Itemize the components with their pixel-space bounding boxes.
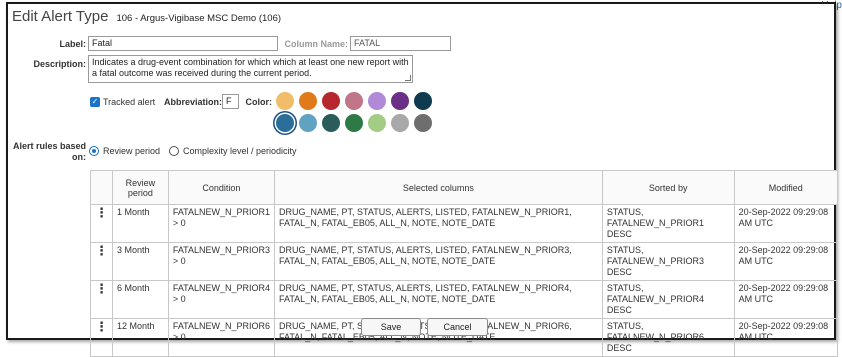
save-button[interactable]: Save <box>361 318 421 336</box>
cell-modified: 20-Sep-2022 09:29:08 AM UTC <box>733 242 839 281</box>
color-swatch[interactable] <box>391 92 409 110</box>
cell-condition: FATALNEW_N_PRIOR4 > 0 <box>167 280 276 319</box>
cell-period: 12 Month <box>112 318 169 357</box>
cell-period: 3 Month <box>112 242 169 281</box>
kebab-menu-icon[interactable]: ⋮ <box>90 280 113 319</box>
dialog-header: Edit Alert Type 106 - Argus-Vigibase MSC… <box>12 8 281 25</box>
color-swatch[interactable] <box>276 114 294 132</box>
kebab-menu-icon[interactable]: ⋮ <box>90 242 113 281</box>
resize-handle-icon[interactable] <box>405 75 411 81</box>
color-swatch[interactable] <box>299 114 317 132</box>
tracked-alert-label: Tracked alert <box>103 97 156 107</box>
description-textarea[interactable]: Indicates a drug-event combination for w… <box>88 55 413 83</box>
cell-columns: DRUG_NAME, PT, STATUS, ALERTS, LISTED, F… <box>274 280 603 319</box>
review-period-radio[interactable] <box>89 146 99 156</box>
table-row[interactable]: ⋮ 3 Month FATALNEW_N_PRIOR3 > 0 DRUG_NAM… <box>90 242 839 281</box>
color-swatch[interactable] <box>322 114 340 132</box>
complexity-radio[interactable] <box>169 146 179 156</box>
table-row[interactable]: ⋮ 6 Month FATALNEW_N_PRIOR4 > 0 DRUG_NAM… <box>90 280 839 319</box>
description-label: Description: <box>33 59 86 69</box>
table-header-row: Review period Condition Selected columns… <box>90 170 839 205</box>
table-row[interactable]: ⋮ 1 Month FATALNEW_N_PRIOR1 > 0 DRUG_NAM… <box>90 204 839 243</box>
edit-alert-type-dialog: Edit Alert Type 106 - Argus-Vigibase MSC… <box>6 2 839 357</box>
cell-sorted: STATUS, FATALNEW_N_PRIOR6 DESC <box>601 318 735 357</box>
color-swatch[interactable] <box>414 92 432 110</box>
cell-condition: FATALNEW_N_PRIOR1 > 0 <box>167 204 276 243</box>
color-swatch[interactable] <box>345 114 363 132</box>
dialog-subtitle: 106 - Argus-Vigibase MSC Demo (106) <box>116 13 282 24</box>
column-name-label: Column Name: <box>284 39 348 49</box>
cell-modified: 20-Sep-2022 09:29:08 AM UTC <box>733 318 839 357</box>
color-swatch[interactable] <box>345 92 363 110</box>
header-selected-columns[interactable]: Selected columns <box>274 170 603 205</box>
review-period-label: Review period <box>103 146 161 156</box>
header-modified[interactable]: Modified <box>733 170 839 205</box>
color-swatch[interactable] <box>391 114 409 132</box>
label-field-label: Label: <box>59 39 86 49</box>
cell-condition: FATALNEW_N_PRIOR6 > 0 <box>167 318 276 357</box>
color-swatch[interactable] <box>299 92 317 110</box>
header-condition[interactable]: Condition <box>167 170 276 205</box>
cell-sorted: STATUS, FATALNEW_N_PRIOR4 DESC <box>601 280 735 319</box>
abbreviation-input[interactable]: F <box>222 94 239 109</box>
cell-condition: FATALNEW_N_PRIOR3 > 0 <box>167 242 276 281</box>
color-swatch[interactable] <box>368 114 386 132</box>
cell-sorted: STATUS, FATALNEW_N_PRIOR3 DESC <box>601 242 735 281</box>
alert-rules-label: Alert rules based on: <box>12 141 86 162</box>
cancel-button[interactable]: Cancel <box>427 318 488 336</box>
color-label: Color: <box>245 97 273 107</box>
cell-sorted: STATUS, FATALNEW_N_PRIOR1 DESC <box>601 204 735 243</box>
column-name-input[interactable]: FATAL <box>350 36 451 51</box>
cell-columns: DRUG_NAME, PT, STATUS, ALERTS, LISTED, F… <box>274 204 603 243</box>
color-swatch[interactable] <box>322 92 340 110</box>
complexity-label: Complexity level / periodicity <box>183 146 297 156</box>
color-swatch[interactable] <box>368 92 386 110</box>
cell-period: 1 Month <box>112 204 169 243</box>
color-swatch[interactable] <box>276 92 294 110</box>
color-swatch[interactable] <box>414 114 432 132</box>
description-text: Indicates a drug-event combination for w… <box>92 57 409 78</box>
label-input[interactable]: Fatal <box>88 36 278 51</box>
header-menu <box>90 170 113 205</box>
dialog-title: Edit Alert Type <box>12 8 109 25</box>
header-review-period[interactable]: Review period <box>112 170 169 205</box>
kebab-menu-icon[interactable]: ⋮ <box>90 204 113 243</box>
abbreviation-label: Abbreviation: <box>163 97 222 107</box>
kebab-menu-icon[interactable]: ⋮ <box>90 318 113 357</box>
header-sorted-by[interactable]: Sorted by <box>601 170 735 205</box>
tracked-alert-checkbox[interactable]: ✓ <box>90 97 100 107</box>
cell-columns: DRUG_NAME, PT, STATUS, ALERTS, LISTED, F… <box>274 242 603 281</box>
cell-modified: 20-Sep-2022 09:29:08 AM UTC <box>733 280 839 319</box>
cell-period: 6 Month <box>112 280 169 319</box>
cell-modified: 20-Sep-2022 09:29:08 AM UTC <box>733 204 839 243</box>
